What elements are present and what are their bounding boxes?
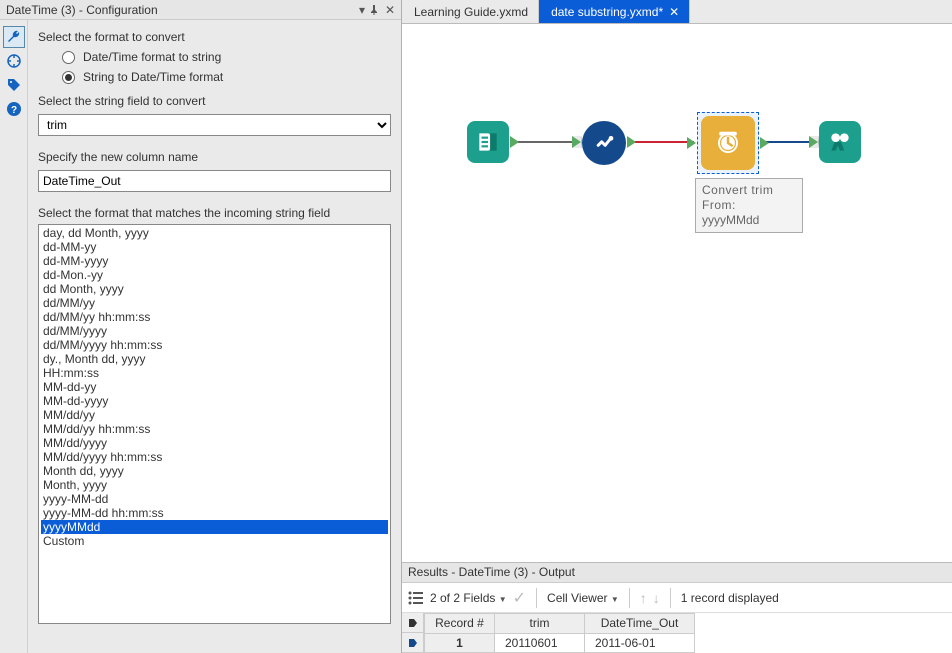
table-row[interactable]: 1 20110601 2011-06-01 bbox=[425, 633, 695, 653]
cell-viewer-dropdown[interactable]: Cell Viewer ▼ bbox=[547, 591, 619, 605]
format-option[interactable]: day, dd Month, yyyy bbox=[41, 226, 388, 240]
radio-icon bbox=[62, 71, 75, 84]
output-anchor[interactable] bbox=[510, 136, 519, 148]
svg-text:?: ? bbox=[10, 105, 16, 116]
format-option[interactable]: dd/MM/yyyy hh:mm:ss bbox=[41, 338, 388, 352]
wrench-icon[interactable] bbox=[3, 26, 25, 48]
gutter-header[interactable] bbox=[402, 613, 423, 633]
config-panel-title-bar: DateTime (3) - Configuration ▾ ✕ bbox=[0, 0, 401, 20]
dropdown-icon[interactable]: ▾ bbox=[355, 3, 369, 17]
col-record[interactable]: Record # bbox=[425, 614, 495, 634]
browse-tool[interactable] bbox=[819, 121, 861, 163]
input-anchor[interactable] bbox=[687, 137, 696, 149]
tab-label: Learning Guide.yxmd bbox=[414, 5, 528, 19]
format-option[interactable]: yyyyMMdd bbox=[41, 520, 388, 534]
check-icon[interactable]: ✓ bbox=[513, 588, 526, 608]
document-tabs: Learning Guide.yxmd date substring.yxmd*… bbox=[402, 0, 952, 24]
cell-datetimeout: 2011-06-01 bbox=[585, 633, 695, 653]
format-option[interactable]: dd-Mon.-yy bbox=[41, 268, 388, 282]
string-field-label: Select the string field to convert bbox=[38, 94, 391, 108]
col-datetimeout[interactable]: DateTime_Out bbox=[585, 614, 695, 634]
format-option[interactable]: Custom bbox=[41, 534, 388, 548]
format-option[interactable]: MM/dd/yyyy bbox=[41, 436, 388, 450]
format-option[interactable]: HH:mm:ss bbox=[41, 366, 388, 380]
results-panel-title: Results - DateTime (3) - Output bbox=[402, 563, 952, 583]
tab-learning-guide[interactable]: Learning Guide.yxmd bbox=[402, 0, 539, 23]
right-pane: Learning Guide.yxmd date substring.yxmd*… bbox=[402, 0, 952, 653]
format-option[interactable]: dy., Month dd, yyyy bbox=[41, 352, 388, 366]
format-listbox[interactable]: day, dd Month, yyyydd-MM-yydd-MM-yyyydd-… bbox=[38, 224, 391, 624]
config-panel: DateTime (3) - Configuration ▾ ✕ ? Selec… bbox=[0, 0, 402, 653]
input-anchor[interactable] bbox=[809, 136, 819, 148]
radio-string-to-dt[interactable]: String to Date/Time format bbox=[62, 70, 391, 84]
table-header-row: Record # trim DateTime_Out bbox=[425, 614, 695, 634]
format-option[interactable]: dd-MM-yyyy bbox=[41, 254, 388, 268]
format-option[interactable]: dd Month, yyyy bbox=[41, 282, 388, 296]
datetime-tool-selected[interactable] bbox=[697, 112, 759, 174]
workflow-canvas[interactable]: Convert trim From: yyyyMMdd bbox=[402, 24, 952, 563]
connector bbox=[511, 141, 580, 143]
format-option[interactable]: dd/MM/yy hh:mm:ss bbox=[41, 310, 388, 324]
radio-label: Date/Time format to string bbox=[83, 50, 221, 64]
format-option[interactable]: yyyy-MM-dd hh:mm:ss bbox=[41, 506, 388, 520]
radio-icon bbox=[62, 51, 75, 64]
column-name-input[interactable] bbox=[38, 170, 391, 192]
column-name-label: Specify the new column name bbox=[38, 150, 391, 164]
format-option[interactable]: MM/dd/yy hh:mm:ss bbox=[41, 422, 388, 436]
pin-icon[interactable] bbox=[369, 5, 383, 15]
cell-record: 1 bbox=[425, 633, 495, 653]
tab-date-substring[interactable]: date substring.yxmd* ✕ bbox=[539, 0, 690, 23]
sort-asc-icon[interactable]: ↑ bbox=[640, 590, 647, 606]
format-option[interactable]: Month, yyyy bbox=[41, 478, 388, 492]
help-icon[interactable]: ? bbox=[3, 98, 25, 120]
string-field-select[interactable]: trim bbox=[38, 114, 391, 136]
format-option[interactable]: MM-dd-yyyy bbox=[41, 394, 388, 408]
tool-annotation[interactable]: Convert trim From: yyyyMMdd bbox=[695, 178, 803, 233]
config-tab-strip: ? bbox=[0, 20, 28, 653]
nav-icon[interactable] bbox=[3, 50, 25, 72]
fields-dropdown[interactable]: 2 of 2 Fields ▼ bbox=[430, 591, 507, 605]
format-option[interactable]: yyyy-MM-dd bbox=[41, 492, 388, 506]
close-icon[interactable]: ✕ bbox=[669, 5, 679, 19]
connector bbox=[628, 141, 694, 143]
format-option[interactable]: MM/dd/yy bbox=[41, 408, 388, 422]
config-panel-title: DateTime (3) - Configuration bbox=[6, 3, 158, 17]
results-table[interactable]: Record # trim DateTime_Out 1 20110601 20… bbox=[424, 613, 695, 653]
annotation-line: Convert trim From: bbox=[702, 183, 796, 213]
format-option[interactable]: dd/MM/yy bbox=[41, 296, 388, 310]
datetime-tool[interactable] bbox=[701, 116, 755, 170]
tag-icon[interactable] bbox=[3, 74, 25, 96]
format-option[interactable]: Month dd, yyyy bbox=[41, 464, 388, 478]
col-trim[interactable]: trim bbox=[495, 614, 585, 634]
results-toolbar: 2 of 2 Fields ▼ ✓ Cell Viewer ▼ ↑ ↓ 1 re… bbox=[402, 583, 952, 613]
record-count-label: 1 record displayed bbox=[681, 591, 779, 605]
output-anchor[interactable] bbox=[627, 136, 636, 148]
output-anchor[interactable] bbox=[760, 137, 769, 149]
results-grid: Record # trim DateTime_Out 1 20110601 20… bbox=[402, 613, 952, 653]
config-body: Select the format to convert Date/Time f… bbox=[28, 20, 401, 653]
formula-tool[interactable] bbox=[582, 121, 626, 165]
match-format-label: Select the format that matches the incom… bbox=[38, 206, 391, 220]
format-convert-label: Select the format to convert bbox=[38, 30, 391, 44]
format-option[interactable]: dd-MM-yy bbox=[41, 240, 388, 254]
radio-dt-to-string[interactable]: Date/Time format to string bbox=[62, 50, 391, 64]
radio-label: String to Date/Time format bbox=[83, 70, 223, 84]
format-option[interactable]: MM/dd/yyyy hh:mm:ss bbox=[41, 450, 388, 464]
sort-desc-icon[interactable]: ↓ bbox=[653, 590, 660, 606]
tab-label: date substring.yxmd* bbox=[551, 5, 663, 19]
close-icon[interactable]: ✕ bbox=[383, 3, 397, 17]
input-anchor[interactable] bbox=[572, 136, 582, 148]
list-icon[interactable] bbox=[408, 591, 424, 605]
input-tool[interactable] bbox=[467, 121, 509, 163]
format-option[interactable]: dd/MM/yyyy bbox=[41, 324, 388, 338]
gutter-row[interactable] bbox=[402, 633, 423, 653]
cell-trim: 20110601 bbox=[495, 633, 585, 653]
annotation-line: yyyyMMdd bbox=[702, 213, 796, 228]
format-option[interactable]: MM-dd-yy bbox=[41, 380, 388, 394]
